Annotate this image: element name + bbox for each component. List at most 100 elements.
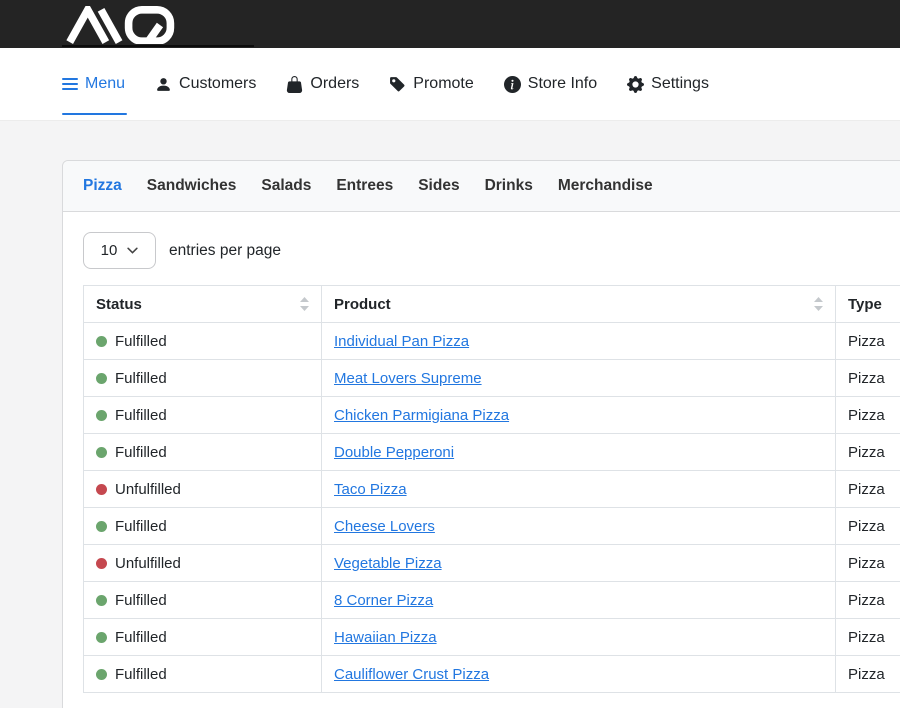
product-cell: Meat Lovers Supreme bbox=[322, 360, 836, 397]
product-cell: Chicken Parmigiana Pizza bbox=[322, 397, 836, 434]
status-label: Fulfilled bbox=[115, 629, 167, 646]
product-link[interactable]: 8 Corner Pizza bbox=[334, 592, 433, 609]
product-link[interactable]: Taco Pizza bbox=[334, 481, 407, 498]
status-label: Fulfilled bbox=[115, 518, 167, 535]
type-cell: Pizza bbox=[836, 360, 900, 397]
type-cell: Pizza bbox=[836, 471, 900, 508]
product-link[interactable]: Chicken Parmigiana Pizza bbox=[334, 407, 509, 424]
product-link[interactable]: Individual Pan Pizza bbox=[334, 333, 469, 350]
column-header-product[interactable]: Product bbox=[322, 286, 836, 323]
nav-label: Menu bbox=[85, 75, 125, 93]
product-cell: Double Pepperoni bbox=[322, 434, 836, 471]
type-label: Pizza bbox=[848, 481, 885, 498]
table-row: Fulfilled 8 Corner Pizza Pizza bbox=[84, 582, 900, 619]
page-background: Pizza Sandwiches Salads Entrees Sides Dr… bbox=[0, 121, 900, 708]
status-cell: Fulfilled bbox=[84, 323, 322, 360]
tab-sandwiches[interactable]: Sandwiches bbox=[147, 177, 237, 195]
status-cell: Fulfilled bbox=[84, 582, 322, 619]
nav-item-menu[interactable]: Menu bbox=[62, 48, 125, 120]
type-cell: Pizza bbox=[836, 397, 900, 434]
type-label: Pizza bbox=[848, 555, 885, 572]
status-label: Fulfilled bbox=[115, 370, 167, 387]
page-size-select[interactable]: 10 bbox=[83, 232, 156, 269]
status-cell: Fulfilled bbox=[84, 508, 322, 545]
status-dot-icon bbox=[96, 373, 107, 384]
nav-item-orders[interactable]: Orders bbox=[286, 48, 359, 120]
product-cell: Cheese Lovers bbox=[322, 508, 836, 545]
product-link[interactable]: Double Pepperoni bbox=[334, 444, 454, 461]
aiq-logo-icon bbox=[62, 6, 180, 44]
type-cell: Pizza bbox=[836, 619, 900, 656]
product-link[interactable]: Vegetable Pizza bbox=[334, 555, 442, 572]
product-link[interactable]: Cheese Lovers bbox=[334, 518, 435, 535]
card-body: 10 entries per page Status bbox=[63, 212, 900, 708]
nav-item-customers[interactable]: Customers bbox=[155, 48, 256, 120]
sort-icon bbox=[814, 297, 823, 311]
nav-label: Orders bbox=[310, 75, 359, 93]
type-label: Pizza bbox=[848, 592, 885, 609]
product-link[interactable]: Hawaiian Pizza bbox=[334, 629, 437, 646]
status-cell: Fulfilled bbox=[84, 656, 322, 693]
entries-per-page-row: 10 entries per page bbox=[83, 232, 900, 269]
product-cell: Cauliflower Crust Pizza bbox=[322, 656, 836, 693]
page-size-value: 10 bbox=[101, 242, 118, 259]
nav-label: Promote bbox=[413, 75, 473, 93]
nav-item-settings[interactable]: Settings bbox=[627, 48, 709, 120]
status-dot-icon bbox=[96, 669, 107, 680]
nav-label: Settings bbox=[651, 75, 709, 93]
type-cell: Pizza bbox=[836, 545, 900, 582]
chevron-down-icon bbox=[127, 247, 138, 254]
product-cell: Individual Pan Pizza bbox=[322, 323, 836, 360]
type-cell: Pizza bbox=[836, 582, 900, 619]
menu-card: Pizza Sandwiches Salads Entrees Sides Dr… bbox=[62, 160, 900, 708]
status-label: Fulfilled bbox=[115, 666, 167, 683]
type-label: Pizza bbox=[848, 444, 885, 461]
table-row: Fulfilled Individual Pan Pizza Pizza bbox=[84, 323, 900, 360]
status-cell: Unfulfilled bbox=[84, 471, 322, 508]
info-icon bbox=[504, 76, 521, 93]
main-navigation: Menu Customers Orders Promote Store Info… bbox=[0, 48, 900, 121]
active-tab-underline bbox=[62, 113, 127, 116]
type-cell: Pizza bbox=[836, 656, 900, 693]
type-cell: Pizza bbox=[836, 508, 900, 545]
product-link[interactable]: Cauliflower Crust Pizza bbox=[334, 666, 489, 683]
status-dot-icon bbox=[96, 521, 107, 532]
status-dot-icon bbox=[96, 484, 107, 495]
status-cell: Fulfilled bbox=[84, 434, 322, 471]
products-table: Status Product bbox=[83, 285, 900, 693]
status-dot-icon bbox=[96, 336, 107, 347]
table-row: Unfulfilled Vegetable Pizza Pizza bbox=[84, 545, 900, 582]
type-label: Pizza bbox=[848, 666, 885, 683]
type-label: Pizza bbox=[848, 629, 885, 646]
nav-item-promote[interactable]: Promote bbox=[389, 48, 473, 120]
person-icon bbox=[155, 76, 172, 93]
status-label: Fulfilled bbox=[115, 407, 167, 424]
product-cell: Taco Pizza bbox=[322, 471, 836, 508]
type-label: Pizza bbox=[848, 407, 885, 424]
table-row: Fulfilled Chicken Parmigiana Pizza Pizza bbox=[84, 397, 900, 434]
tab-drinks[interactable]: Drinks bbox=[485, 177, 533, 195]
table-row: Fulfilled Double Pepperoni Pizza bbox=[84, 434, 900, 471]
column-label: Type bbox=[848, 296, 882, 313]
tab-entrees[interactable]: Entrees bbox=[336, 177, 393, 195]
tab-merchandise[interactable]: Merchandise bbox=[558, 177, 653, 195]
table-row: Fulfilled Hawaiian Pizza Pizza bbox=[84, 619, 900, 656]
status-dot-icon bbox=[96, 595, 107, 606]
column-header-type[interactable]: Type bbox=[836, 286, 900, 323]
status-label: Fulfilled bbox=[115, 333, 167, 350]
top-app-bar bbox=[0, 0, 900, 48]
column-label: Product bbox=[334, 296, 391, 313]
product-cell: Vegetable Pizza bbox=[322, 545, 836, 582]
product-link[interactable]: Meat Lovers Supreme bbox=[334, 370, 482, 387]
tab-sides[interactable]: Sides bbox=[418, 177, 459, 195]
table-row: Fulfilled Meat Lovers Supreme Pizza bbox=[84, 360, 900, 397]
tab-salads[interactable]: Salads bbox=[261, 177, 311, 195]
tag-icon bbox=[389, 76, 406, 93]
status-cell: Fulfilled bbox=[84, 619, 322, 656]
nav-item-store-info[interactable]: Store Info bbox=[504, 48, 597, 120]
status-label: Fulfilled bbox=[115, 592, 167, 609]
status-label: Unfulfilled bbox=[115, 481, 181, 498]
column-header-status[interactable]: Status bbox=[84, 286, 322, 323]
status-dot-icon bbox=[96, 410, 107, 421]
tab-pizza[interactable]: Pizza bbox=[83, 177, 122, 195]
